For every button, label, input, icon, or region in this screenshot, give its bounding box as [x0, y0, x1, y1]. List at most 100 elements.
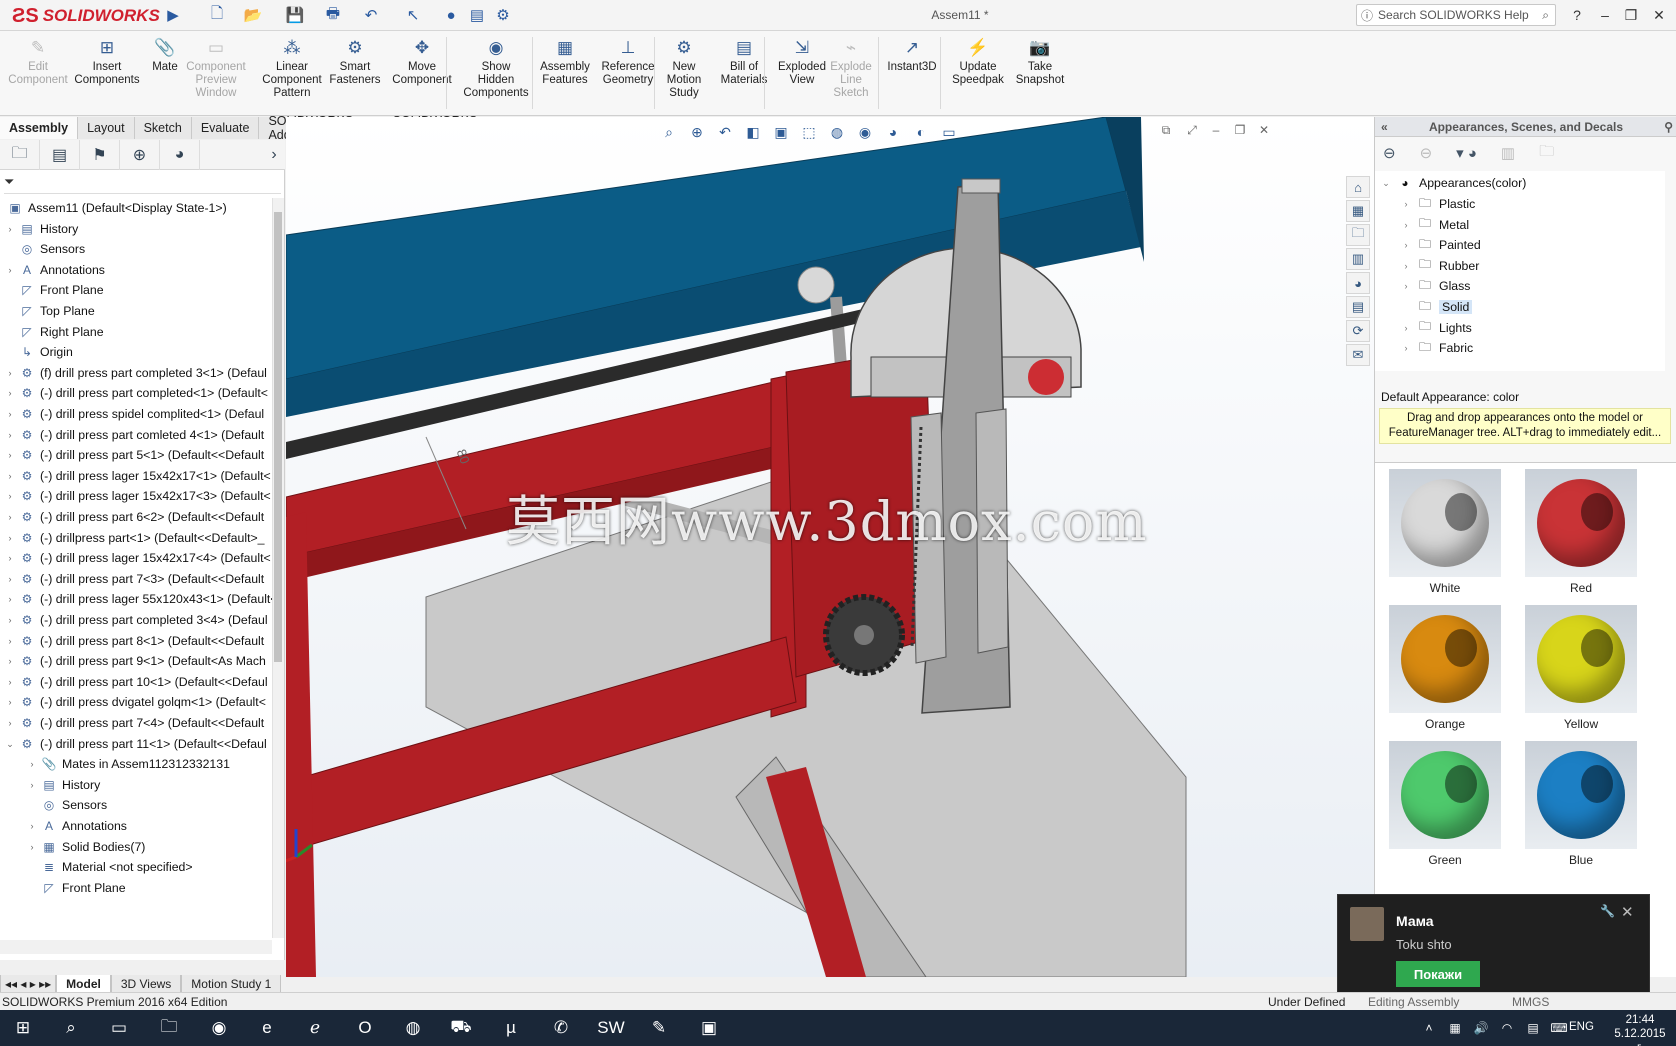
tree-item[interactable]: › ⚙ (-) drill press spidel complited<1> (D…: [4, 404, 265, 424]
view-orientation-icon[interactable]: ⬚: [798, 122, 820, 142]
appearances-root[interactable]: ⌄ ◕ Appearances(color): [1379, 173, 1526, 193]
restore-icon[interactable]: ❐: [1620, 5, 1642, 25]
reference-geometry-button[interactable]: ⊥ Reference Geometry: [596, 35, 660, 113]
edit-appearance-icon[interactable]: ◕: [882, 122, 904, 142]
display-manager-tab-icon[interactable]: ◕: [160, 140, 200, 170]
dimxpert-tab-icon[interactable]: ⊕: [120, 140, 160, 170]
tree-item[interactable]: ◎ Sensors: [4, 239, 85, 259]
save-icon[interactable]: 💾: [284, 5, 306, 25]
viber-icon[interactable]: ✆: [546, 1015, 576, 1041]
print-icon[interactable]: 🖶: [322, 5, 344, 25]
tree-item[interactable]: › ⚙ (-) drill press lager 15x42x17<3> (Def…: [4, 486, 271, 506]
zoom-to-area-icon[interactable]: ⊕: [686, 122, 708, 142]
windows-start-icon[interactable]: ⊞: [8, 1015, 38, 1041]
viewport-restore-icon[interactable]: ❐: [1230, 121, 1250, 139]
expand-arrow-icon[interactable]: ›: [26, 821, 38, 831]
file-explorer-icon[interactable]: 🗀: [1346, 224, 1370, 246]
minimize-icon[interactable]: –: [1594, 5, 1616, 25]
expand-arrow-icon[interactable]: ›: [4, 656, 16, 666]
clock[interactable]: 21:44 5.12.2015 г.: [1610, 1013, 1670, 1046]
assembly-features-button[interactable]: ▦ Assembly Features: [538, 35, 592, 113]
hide-show-items-icon[interactable]: ◉: [854, 122, 876, 142]
custom-properties-icon[interactable]: ▤: [1346, 296, 1370, 318]
view-settings-icon[interactable]: ▭: [938, 122, 960, 142]
tree-item[interactable]: › ⚙ (-) drill press part 7<4> (Default<<De…: [4, 713, 265, 733]
tree-item[interactable]: › ⚙ (-) drill press part comleted 4<1> (De…: [4, 425, 265, 445]
move-component-button[interactable]: ✥ Move Component: [390, 35, 454, 113]
appearance-dropdown-icon[interactable]: ▾ ◕: [1456, 144, 1477, 162]
tree-item[interactable]: ◎ Sensors: [26, 795, 107, 815]
expand-arrow-icon[interactable]: ›: [1399, 240, 1413, 250]
design-library-icon[interactable]: ▦: [1346, 200, 1370, 222]
appearance-category-plastic[interactable]: › 🗀 Plastic: [1399, 194, 1476, 214]
solidworks-logo[interactable]: ƧS SOLIDWORKS: [12, 4, 162, 28]
swatch-green[interactable]: Green: [1389, 741, 1501, 867]
tree-filter[interactable]: ⏷: [4, 174, 281, 194]
search-icon[interactable]: ⌕: [56, 1015, 86, 1041]
tree-item[interactable]: › ⚙ (-) drillpress part<1> (Default<<Defau…: [4, 528, 265, 548]
expand-arrow-icon[interactable]: ›: [4, 491, 16, 501]
smart-fasteners-button[interactable]: ⚙ Smart Fasteners: [326, 35, 384, 113]
edge-icon[interactable]: e: [252, 1015, 282, 1041]
swatch-white[interactable]: White: [1389, 469, 1501, 595]
tree-item[interactable]: › A Annotations: [26, 816, 127, 836]
expand-arrow-icon[interactable]: ›: [4, 718, 16, 728]
swatch-blue[interactable]: Blue: [1525, 741, 1637, 867]
tree-item[interactable]: ◸ Right Plane: [4, 322, 103, 342]
task-view-icon[interactable]: ▭: [104, 1015, 134, 1041]
display-style-icon[interactable]: ◍: [826, 122, 848, 142]
appearance-category-rubber[interactable]: › 🗀 Rubber: [1399, 256, 1480, 276]
speedpak-button[interactable]: ⚡ Update Speedpak: [948, 35, 1008, 113]
help-search-input[interactable]: Search SOLIDWORKS Help: [1378, 8, 1529, 22]
graphics-viewport[interactable]: 80 莫西网www.3dmox.com ⌕ ⊕ ↶ ◧ ▣ ⬚ ◍ ◉ ◕ ◐ …: [286, 117, 1376, 977]
zoom-to-fit-icon[interactable]: ⌕: [658, 122, 680, 142]
snapshot-button[interactable]: 📷 Take Snapshot: [1012, 35, 1068, 113]
expand-arrow-icon[interactable]: ›: [4, 533, 16, 543]
expand-arrow-icon[interactable]: ›: [4, 574, 16, 584]
close-icon[interactable]: ✕: [1648, 5, 1670, 25]
expand-arrow-icon[interactable]: ›: [26, 842, 38, 852]
insert-components-button[interactable]: ⊞ Insert Components: [74, 35, 139, 113]
select-icon[interactable]: ↖: [402, 5, 424, 25]
tab-motion-study-1[interactable]: Motion Study 1: [181, 975, 282, 993]
tree-item[interactable]: ≣ Material <not specified>: [26, 857, 193, 877]
expand-arrow-icon[interactable]: ›: [4, 553, 16, 563]
rebuild-icon[interactable]: ●: [440, 5, 462, 25]
expand-arrow-icon[interactable]: ›: [4, 388, 16, 398]
viewport-split-icon[interactable]: ⧉: [1156, 121, 1176, 139]
open-icon[interactable]: 📂: [242, 5, 264, 25]
notification-close-icon[interactable]: ✕: [1621, 903, 1634, 921]
expand-arrow-icon[interactable]: ›: [4, 409, 16, 419]
expand-arrow-icon[interactable]: ›: [4, 615, 16, 625]
notification-pin-icon[interactable]: 🔧: [1600, 904, 1615, 918]
appearances-tab-icon[interactable]: ◕: [1346, 272, 1370, 294]
expand-arrow-icon[interactable]: ›: [4, 636, 16, 646]
options-gear-icon[interactable]: ⚙: [492, 5, 514, 25]
viewport-close-icon[interactable]: ✕: [1254, 121, 1274, 139]
library-icon[interactable]: ▥: [1501, 144, 1515, 162]
expand-arrow-icon[interactable]: ›: [4, 594, 16, 604]
tab-nav-arrows-icon[interactable]: ◂◂ ◂ ▸ ▸▸: [0, 975, 57, 993]
tabs-scroll-right-icon[interactable]: ›: [263, 140, 285, 170]
opera-icon[interactable]: O: [350, 1015, 380, 1041]
linear-pattern-button[interactable]: ⁂ Linear Component Pattern: [258, 35, 326, 113]
help-menu-icon[interactable]: ?: [1566, 5, 1588, 25]
expand-arrow-icon[interactable]: ›: [26, 780, 38, 790]
component-preview-button[interactable]: ▭ Component Preview Window: [184, 35, 248, 113]
file-explorer-icon[interactable]: 🗀: [154, 1015, 184, 1041]
tree-item[interactable]: ◸ Front Plane: [26, 878, 125, 898]
tab-sketch[interactable]: Sketch: [134, 117, 192, 139]
chat-notification[interactable]: Мама Toku shto Покажи 🔧 ✕: [1337, 894, 1650, 998]
property-manager-tab-icon[interactable]: ▤: [40, 140, 80, 170]
tree-item[interactable]: › ⚙ (-) drill press part 9<1> (Default<As …: [4, 651, 266, 671]
mate-button[interactable]: 📎 Mate: [146, 35, 184, 113]
back-icon[interactable]: ⊖: [1383, 144, 1396, 162]
expand-arrow-icon[interactable]: ›: [4, 368, 16, 378]
appearance-category-lights[interactable]: › 🗀 Lights: [1399, 318, 1472, 338]
expand-arrow-icon[interactable]: ›: [4, 677, 16, 687]
solidworks-forum-icon[interactable]: ⟳: [1346, 320, 1370, 342]
appearance-category-glass[interactable]: › 🗀 Glass: [1399, 276, 1471, 296]
units-selector[interactable]: MMGS: [1512, 995, 1549, 1009]
utorrent-icon[interactable]: µ: [496, 1015, 526, 1041]
collapse-pane-icon[interactable]: «: [1381, 120, 1388, 134]
